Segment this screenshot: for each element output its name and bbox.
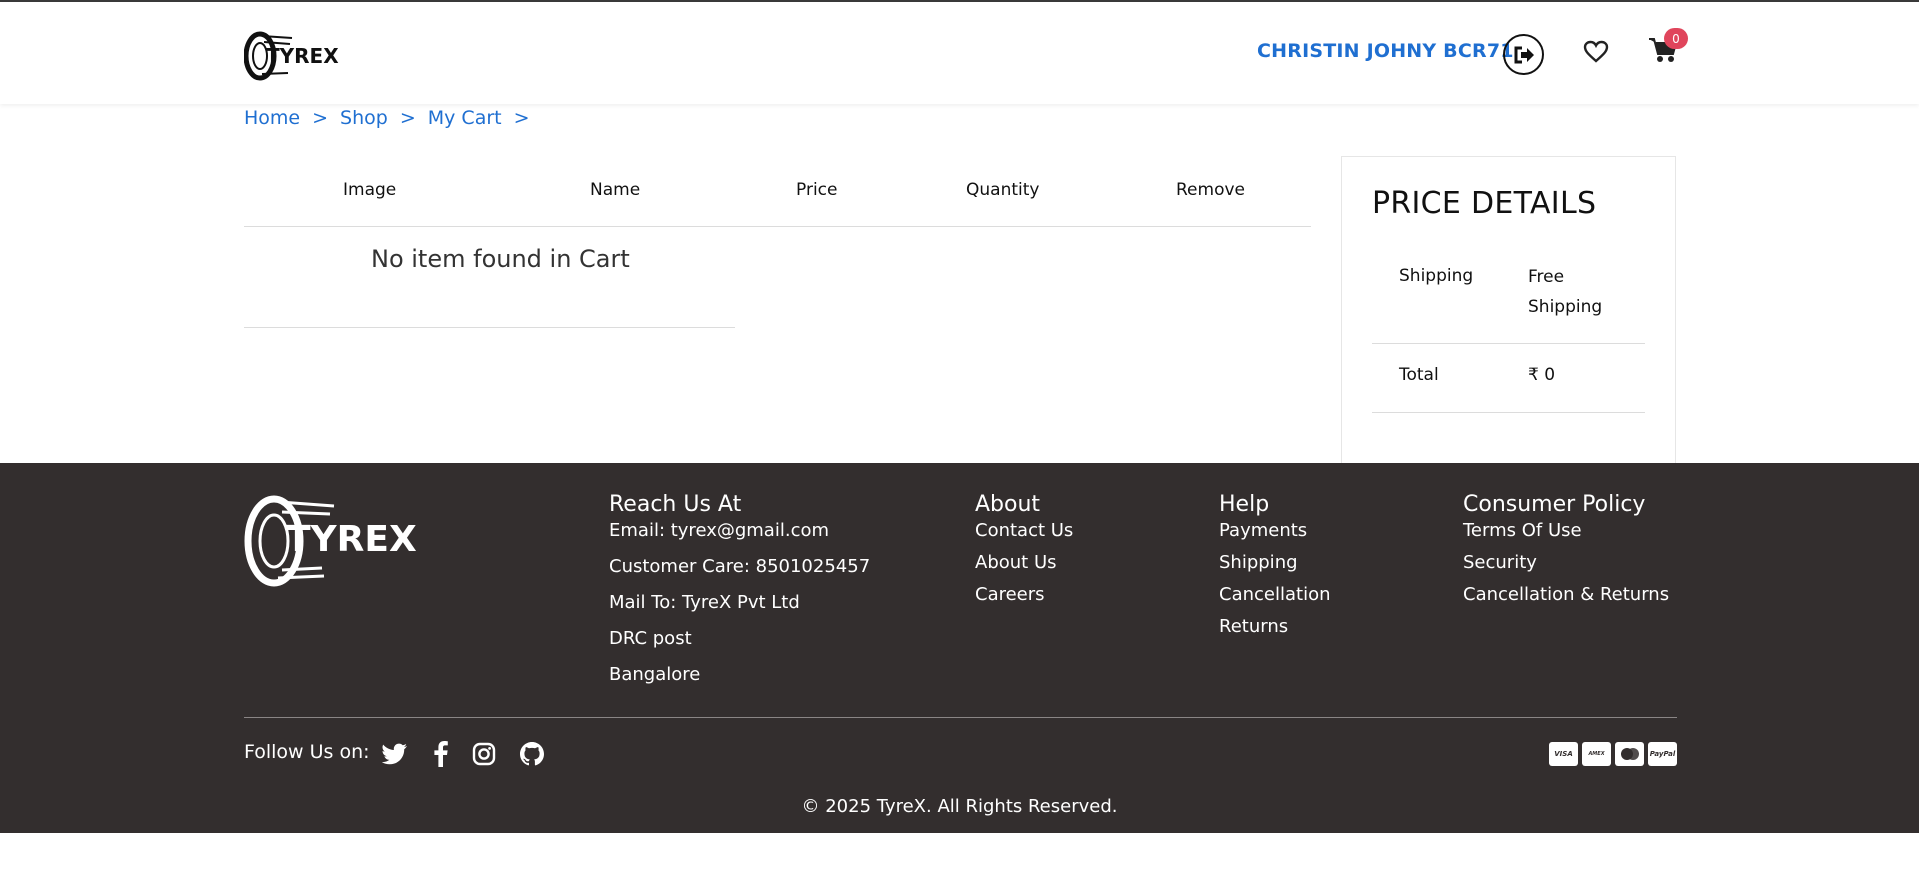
- twitter-icon[interactable]: [381, 740, 409, 768]
- amex-icon: AMEX: [1582, 742, 1611, 766]
- breadcrumb-separator: >: [513, 107, 530, 129]
- footer-help-column: Help Payments Shipping Cancellation Retu…: [1219, 492, 1331, 643]
- site-header: TYREX CHRISTIN JOHNY BCR71 0: [0, 2, 1919, 104]
- price-value: Free Shipping: [1528, 267, 1603, 317]
- sign-out-icon: [1514, 46, 1534, 63]
- column-name: Name: [590, 180, 641, 200]
- breadcrumb-my-cart[interactable]: My Cart: [428, 107, 502, 129]
- column-price: Price: [796, 180, 838, 200]
- price-label: Shipping: [1399, 266, 1474, 286]
- column-remove: Remove: [1176, 180, 1245, 200]
- footer-heading: Reach Us At: [609, 492, 742, 517]
- footer-consumer-policy-column: Consumer Policy Terms Of Use Security Ca…: [1463, 492, 1669, 611]
- tyrex-logo[interactable]: TYREX: [243, 30, 340, 82]
- price-label: Total: [1399, 365, 1439, 385]
- footer-link-cancellation-returns[interactable]: Cancellation & Returns: [1463, 579, 1669, 611]
- divider: [244, 327, 735, 328]
- footer-link-about-us[interactable]: About Us: [975, 547, 1073, 579]
- footer-customer-care: Customer Care: 8501025457: [609, 556, 871, 577]
- price-row-total: Total ₹ 0: [1372, 344, 1645, 413]
- wishlist-button[interactable]: [1580, 36, 1612, 68]
- follow-us-label: Follow Us on:: [244, 741, 370, 763]
- breadcrumb-separator: >: [399, 107, 416, 129]
- footer-link-terms[interactable]: Terms Of Use: [1463, 518, 1669, 544]
- column-quantity: Quantity: [966, 180, 1040, 200]
- footer-logo-text: TYREX: [286, 519, 417, 560]
- breadcrumb-separator: >: [312, 107, 329, 129]
- footer-link-cancellation[interactable]: Cancellation: [1219, 579, 1331, 611]
- footer-email: Email: tyrex@gmail.com: [609, 520, 830, 541]
- footer-address-line: DRC post: [609, 628, 692, 649]
- column-image: Image: [343, 180, 397, 200]
- price-details-panel: PRICE DETAILS Shipping Free Shipping Tot…: [1341, 156, 1676, 463]
- footer-link-contact-us[interactable]: Contact Us: [975, 518, 1073, 544]
- breadcrumb-shop[interactable]: Shop: [340, 107, 388, 129]
- mastercard-icon: [1615, 742, 1644, 766]
- price-row-shipping: Shipping Free Shipping: [1372, 256, 1645, 344]
- instagram-icon[interactable]: [470, 740, 498, 768]
- footer-link-careers[interactable]: Careers: [975, 579, 1073, 611]
- empty-cart-message: No item found in Cart: [371, 245, 630, 273]
- cart-count-badge: 0: [1664, 28, 1688, 49]
- footer-link-security[interactable]: Security: [1463, 547, 1669, 579]
- footer-link-shipping[interactable]: Shipping: [1219, 547, 1331, 579]
- cart-table-header: Image Name Price Quantity Remove: [244, 177, 1311, 227]
- footer-heading: Help: [1219, 492, 1270, 517]
- footer-link-returns[interactable]: Returns: [1219, 611, 1331, 643]
- footer-reach-column: Reach Us At Email: tyrex@gmail.com Custo…: [609, 492, 870, 693]
- copyright-text: © 2025 TyreX. All Rights Reserved.: [801, 796, 1118, 817]
- logout-button[interactable]: [1503, 34, 1544, 75]
- price-details-title: PRICE DETAILS: [1372, 186, 1597, 221]
- footer-heading: About: [975, 492, 1041, 517]
- footer-logo[interactable]: TYREX: [244, 494, 426, 589]
- visa-icon: VISA: [1549, 742, 1578, 766]
- site-footer: TYREX Reach Us At Email: tyrex@gmail.com…: [0, 463, 1919, 833]
- footer-mail-to: Mail To: TyreX Pvt Ltd: [609, 592, 800, 613]
- github-icon[interactable]: [518, 740, 546, 768]
- breadcrumb-home[interactable]: Home: [244, 107, 300, 129]
- footer-heading: Consumer Policy: [1463, 492, 1646, 517]
- footer-divider: [244, 717, 1677, 718]
- breadcrumb: Home > Shop > My Cart >: [244, 107, 542, 129]
- facebook-icon[interactable]: [427, 740, 455, 768]
- footer-about-column: About Contact Us About Us Careers: [975, 492, 1073, 611]
- footer-address-city: Bangalore: [609, 664, 701, 685]
- footer-link-payments[interactable]: Payments: [1219, 518, 1331, 544]
- paypal-icon: PayPal: [1648, 742, 1677, 766]
- user-name-link[interactable]: CHRISTIN JOHNY BCR71: [1257, 40, 1514, 62]
- logo-text: TYREX: [266, 44, 339, 68]
- heart-icon: [1583, 40, 1609, 63]
- price-value: ₹ 0: [1528, 365, 1556, 385]
